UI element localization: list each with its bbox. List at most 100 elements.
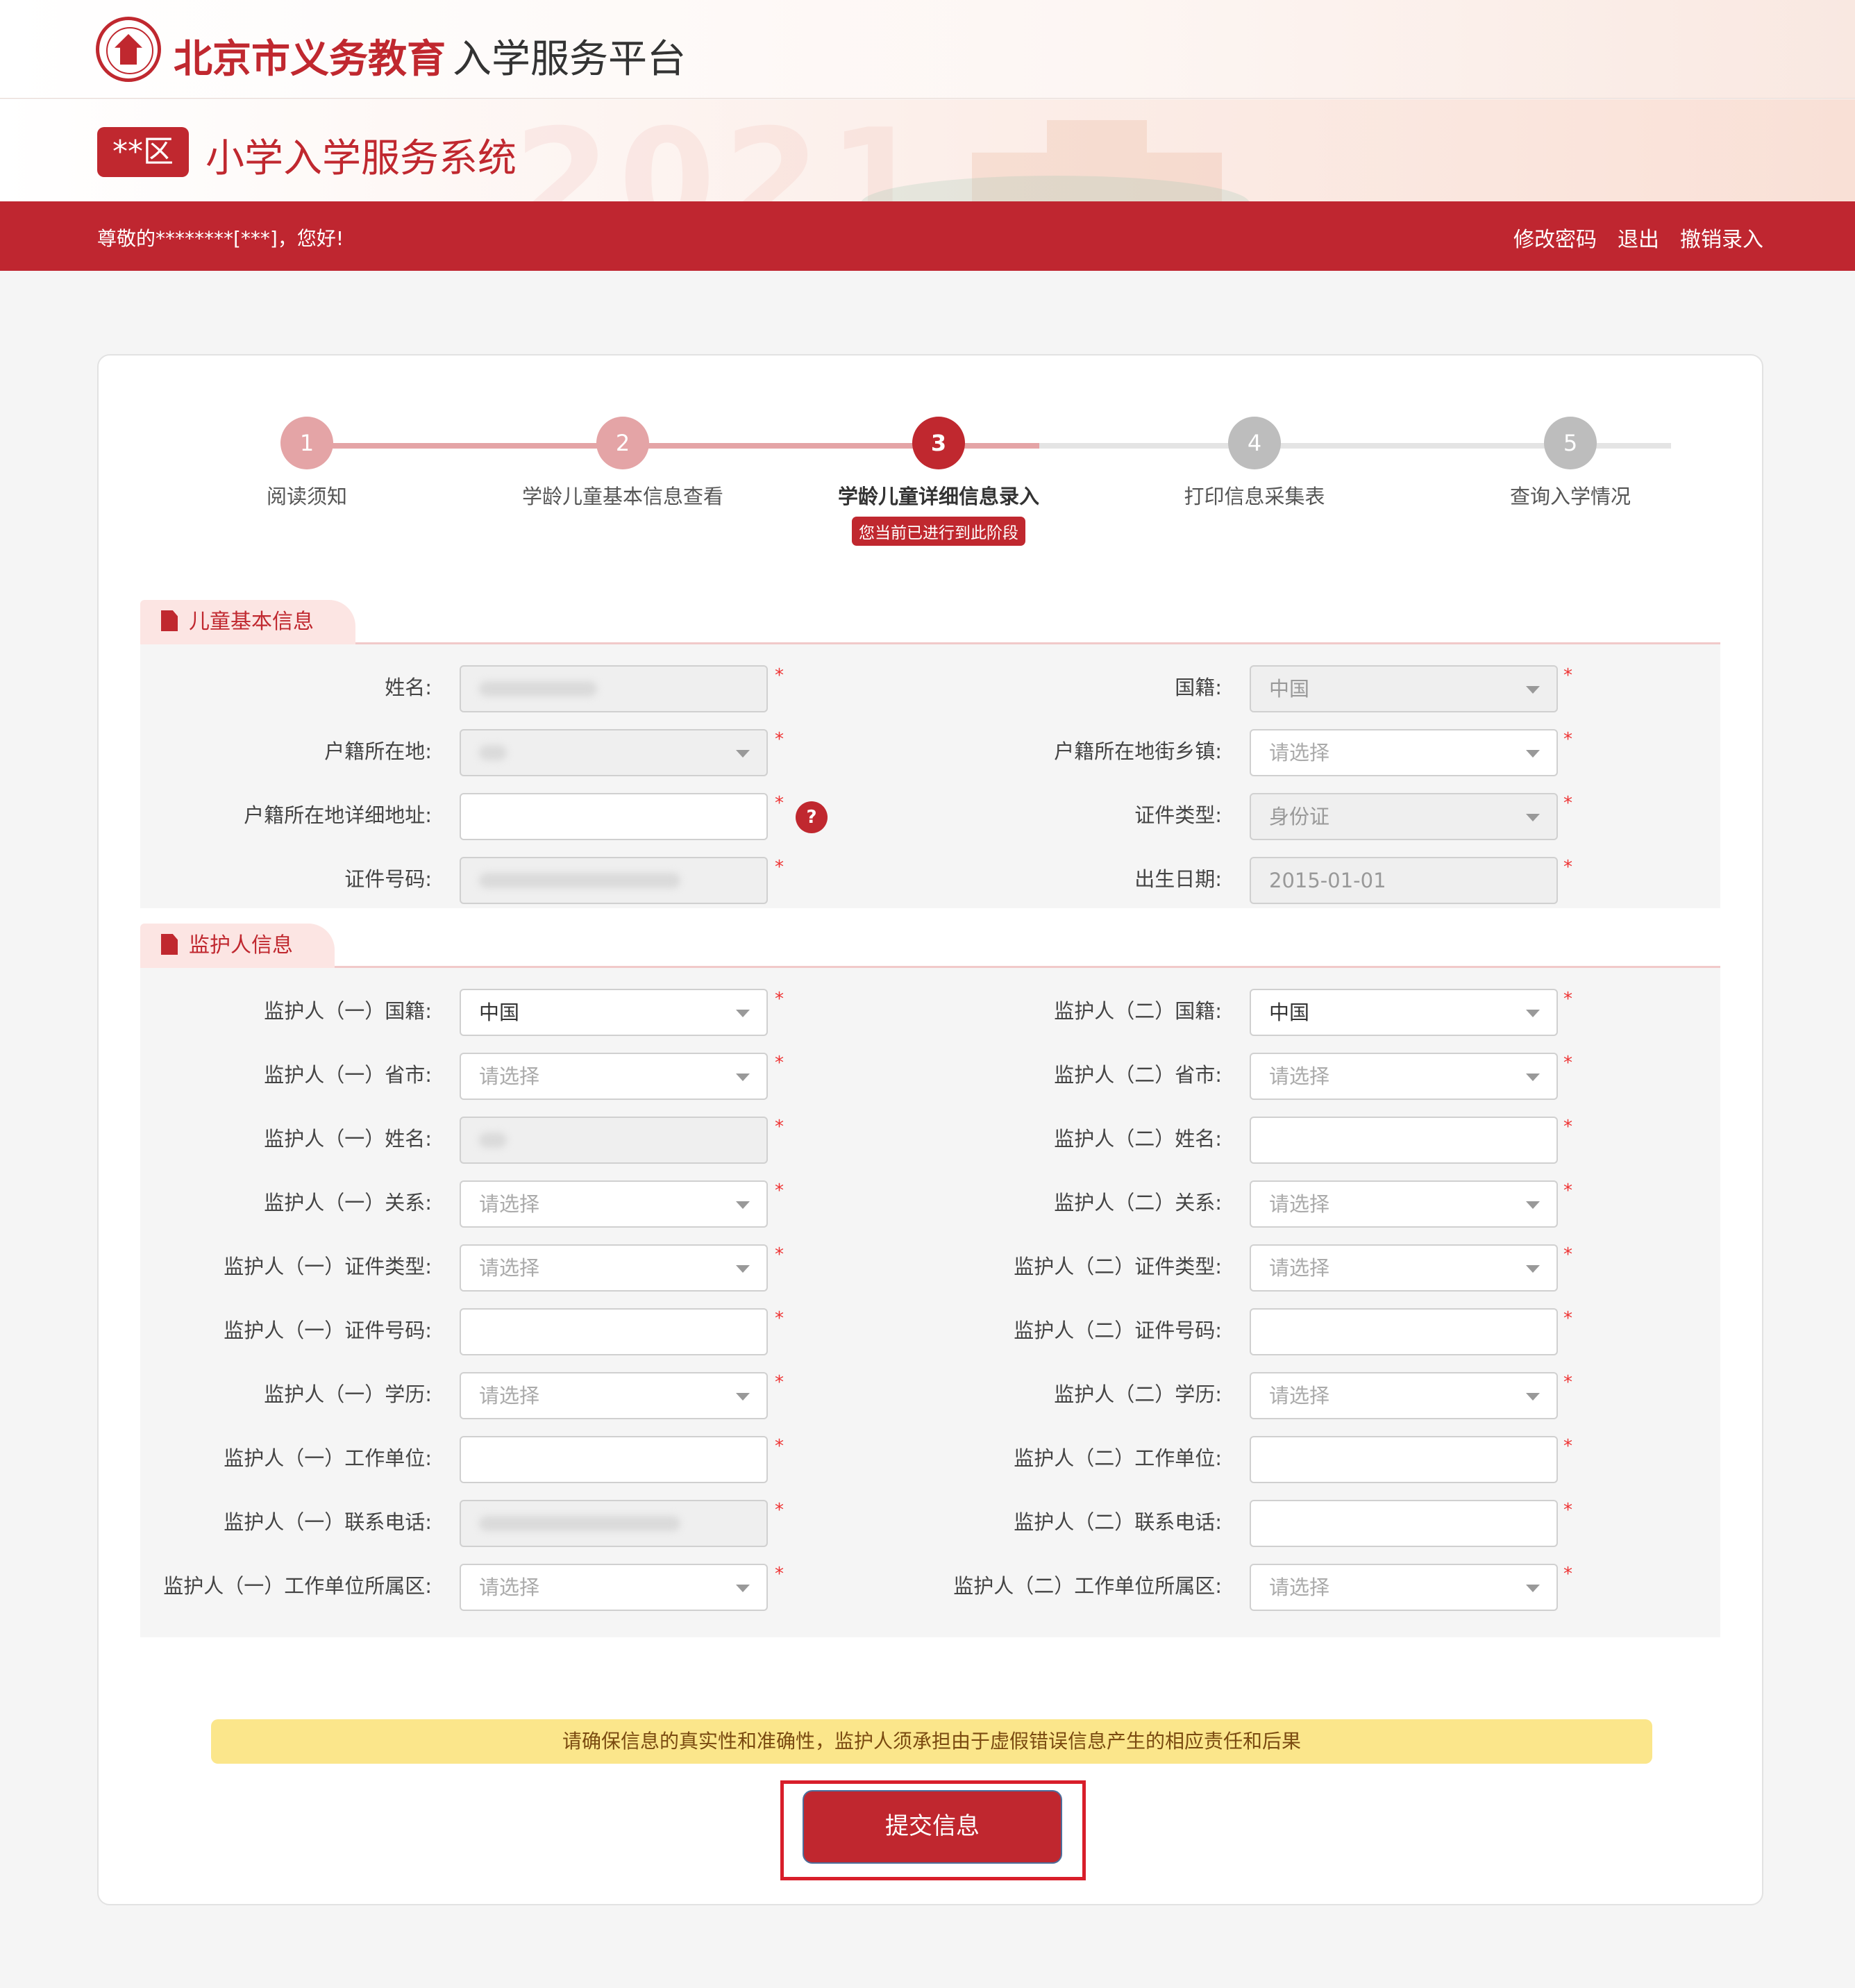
submit-button[interactable]: 提交信息 [803, 1790, 1062, 1864]
select-field[interactable]: 请选择 [1250, 1564, 1558, 1611]
text-field [460, 857, 768, 904]
step-2: 2 学龄儿童基本信息查看 [477, 417, 769, 510]
chevron-down-icon [1526, 814, 1540, 821]
district-badge: **区 [97, 127, 189, 177]
change-password-link[interactable]: 修改密码 [1513, 222, 1597, 253]
select-field[interactable]: 请选择 [1250, 1372, 1558, 1419]
text-field[interactable] [460, 793, 768, 840]
select-field[interactable]: 请选择 [1250, 729, 1558, 776]
required-mark: * [1563, 1117, 1572, 1137]
field-label: 户籍所在地详细地址: [244, 803, 432, 827]
sub-header: 2021 **区 小学入学服务系统 [0, 99, 1855, 201]
field-label: 户籍所在地街乡镇: [1054, 740, 1222, 763]
required-mark: * [775, 1117, 784, 1137]
field-label: 监护人（一）学历: [264, 1383, 432, 1406]
site-header: 北京市义务教育 入学服务平台 [0, 0, 1855, 99]
text-field[interactable] [460, 1436, 768, 1483]
step-label: 打印信息采集表 [1184, 485, 1325, 508]
field-value: 请选择 [479, 1192, 540, 1216]
field-value: 中国 [1269, 1001, 1310, 1024]
select-field: 中国 [1250, 665, 1558, 712]
chevron-down-icon [736, 1201, 750, 1209]
redacted-value [479, 745, 507, 760]
system-title: 小学入学服务系统 [205, 136, 517, 181]
field-label: 监护人（二）省市: [1054, 1063, 1222, 1087]
select-field[interactable]: 请选择 [460, 1564, 768, 1611]
step-5: 5 查询入学情况 [1425, 417, 1716, 510]
question-icon[interactable]: ? [796, 801, 828, 833]
chevron-down-icon [1526, 1585, 1540, 1592]
chevron-down-icon [736, 1265, 750, 1273]
chevron-down-icon [1526, 1393, 1540, 1401]
text-field[interactable] [1250, 1308, 1558, 1355]
chevron-down-icon [1526, 686, 1540, 694]
select-field[interactable]: 请选择 [460, 1372, 768, 1419]
step-number: 5 [1544, 417, 1597, 469]
redacted-value [479, 681, 597, 696]
required-mark: * [1563, 1308, 1572, 1329]
section-title: 监护人信息 [189, 933, 293, 958]
chevron-down-icon [1526, 1074, 1540, 1081]
required-mark: * [1563, 1244, 1572, 1265]
required-mark: * [775, 1180, 784, 1201]
step-label: 学龄儿童基本信息查看 [521, 485, 723, 508]
field-label: 监护人（二）关系: [1054, 1191, 1222, 1214]
field-value: 请选择 [1269, 1064, 1330, 1088]
step-label: 学龄儿童详细信息录入 [837, 485, 1039, 508]
guardian-info-section: 监护人信息 监护人（一）国籍: 中国 * 监护人（二）国籍: 中国 * 监护人（一）省市: 请… [140, 924, 1720, 1637]
required-mark: * [1563, 989, 1572, 1010]
section-title: 儿童基本信息 [189, 610, 314, 634]
document-icon [161, 934, 178, 955]
select-field[interactable]: 中国 [1250, 989, 1558, 1036]
chevron-down-icon [1526, 750, 1540, 758]
step-number: 2 [596, 417, 649, 469]
disclaimer-notice: 请确保信息的真实性和准确性，监护人须承担由于虚假错误信息产生的相应责任和后果 [211, 1719, 1652, 1764]
current-step-tip: 您当前已进行到此阶段 [852, 517, 1025, 546]
step-number: 1 [280, 417, 333, 469]
required-mark: * [775, 1436, 784, 1457]
field-label: 监护人（一）联系电话: [224, 1510, 432, 1534]
required-mark: * [775, 729, 784, 750]
chevron-down-icon [736, 750, 750, 758]
field-label: 监护人（一）工作单位: [224, 1446, 432, 1470]
redacted-value [479, 873, 680, 888]
required-mark: * [1563, 665, 1572, 686]
text-field[interactable] [1250, 1436, 1558, 1483]
text-field[interactable] [1250, 1117, 1558, 1164]
form-card: 1 阅读须知 2 学龄儿童基本信息查看 3 学龄儿童详细信息录入 您当前已进行到此阶段 4 打印… [97, 354, 1763, 1905]
redacted-value [479, 1133, 507, 1148]
select-field[interactable]: 请选择 [460, 1180, 768, 1228]
select-field[interactable]: 请选择 [460, 1244, 768, 1292]
school-emblem-icon [96, 17, 161, 82]
field-value: 请选择 [1269, 1384, 1330, 1408]
field-label: 监护人（二）证件类型: [1014, 1255, 1222, 1278]
select-field[interactable]: 中国 [460, 989, 768, 1036]
required-mark: * [775, 857, 784, 878]
logout-link[interactable]: 退出 [1618, 222, 1659, 253]
select-field[interactable]: 请选择 [1250, 1053, 1558, 1100]
select-field[interactable]: 请选择 [1250, 1244, 1558, 1292]
select-field[interactable]: 请选择 [460, 1053, 768, 1100]
section-tab: 儿童基本信息 [140, 600, 355, 644]
required-mark: * [775, 1500, 784, 1521]
field-label: 监护人（一）国籍: [264, 999, 432, 1023]
required-mark: * [775, 1244, 784, 1265]
field-value: 身份证 [1269, 805, 1330, 828]
text-field: 2015-01-01 [1250, 857, 1558, 904]
decor-year: 2021 [514, 99, 934, 201]
text-field[interactable] [1250, 1500, 1558, 1547]
field-label: 户籍所在地: [324, 740, 432, 763]
cancel-entry-link[interactable]: 撤销录入 [1680, 222, 1763, 253]
step-4: 4 打印信息采集表 [1109, 417, 1400, 510]
field-label: 监护人（二）工作单位所属区: [953, 1574, 1222, 1598]
text-field[interactable] [460, 1308, 768, 1355]
child-info-section: 儿童基本信息 姓名: * 国籍: 中国 * 户籍所在地: * 户籍所在地街乡镇: 请选择 * 户籍所… [140, 600, 1720, 908]
select-field[interactable]: 请选择 [1250, 1180, 1558, 1228]
chevron-down-icon [1526, 1265, 1540, 1273]
section-header: 监护人信息 [140, 924, 1720, 968]
field-value: 中国 [479, 1001, 520, 1024]
field-label: 监护人（一）关系: [264, 1191, 432, 1214]
step-1: 1 阅读须知 [161, 417, 453, 510]
field-value: 请选择 [479, 1576, 540, 1599]
select-field [460, 729, 768, 776]
